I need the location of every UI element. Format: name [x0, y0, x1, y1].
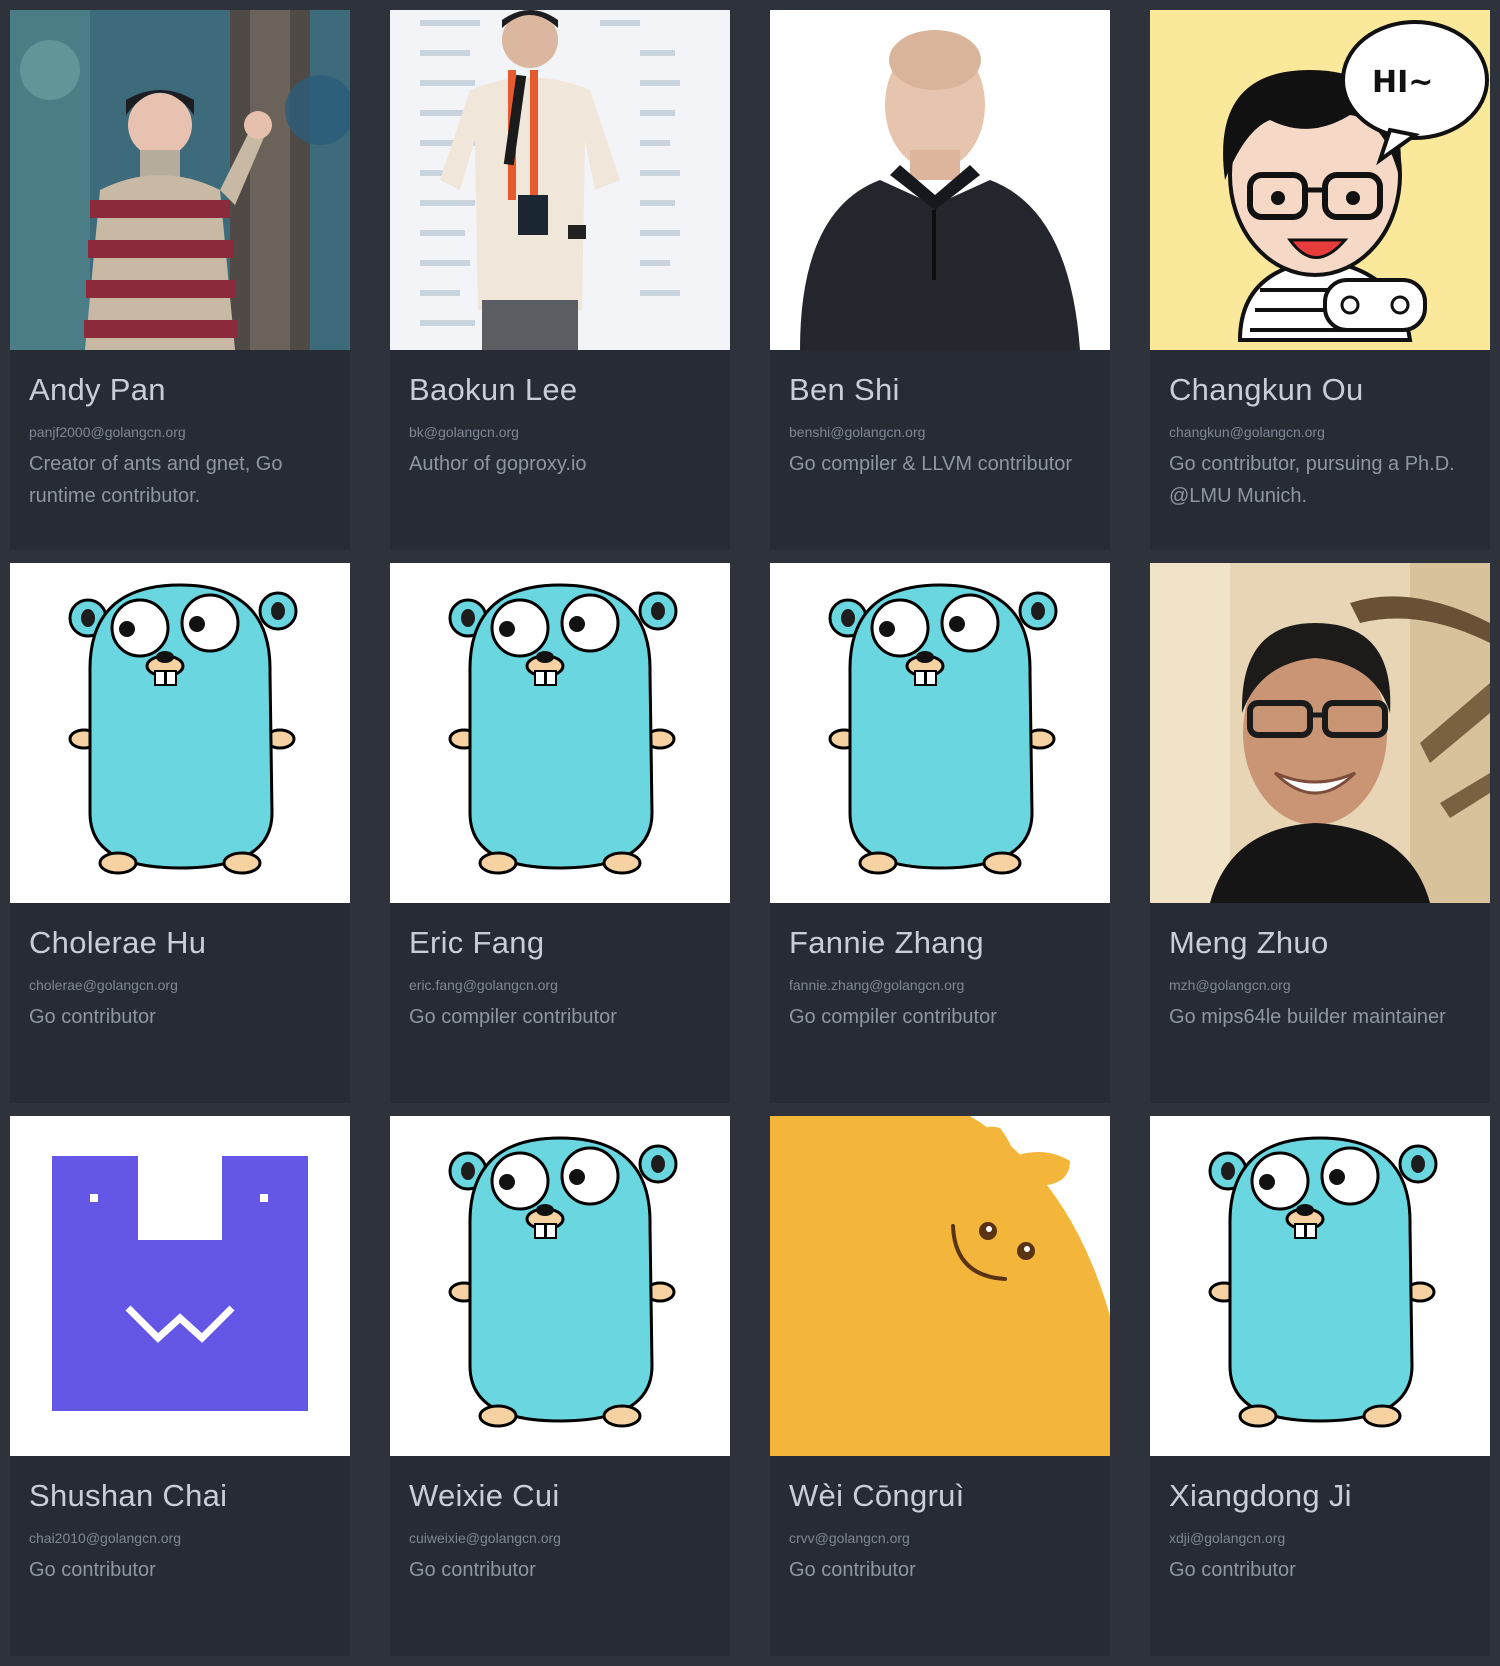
member-card-wei-congrui[interactable]: Wèi Cōngruì crvv@golangcn.org Go contrib… [770, 1116, 1110, 1656]
photo-smiling-glasses [1150, 563, 1490, 903]
avatar [770, 10, 1110, 350]
member-bio: Go contributor [29, 1006, 156, 1028]
gopher-mascot-icon [390, 1116, 730, 1456]
gopher-mascot-icon [390, 563, 730, 903]
avatar [390, 563, 730, 903]
member-email[interactable]: mzh@golangcn.org [1169, 975, 1471, 995]
photo-speaker-microphone [390, 10, 730, 350]
member-name: Xiangdong Ji [1169, 1478, 1352, 1513]
member-card-eric-fang[interactable]: Eric Fang eric.fang@golangcn.org Go comp… [390, 563, 730, 1103]
members-grid: Andy Pan panjf2000@golangcn.org Creator … [0, 0, 1500, 1666]
avatar [770, 563, 1110, 903]
gopher-mascot-icon [1150, 1116, 1490, 1456]
member-email[interactable]: benshi@golangcn.org [789, 422, 1091, 442]
member-email[interactable]: cuiweixie@golangcn.org [409, 1528, 711, 1548]
member-card-weixie-cui[interactable]: Weixie Cui cuiweixie@golangcn.org Go con… [390, 1116, 730, 1656]
member-email[interactable]: panjf2000@golangcn.org [29, 422, 331, 442]
member-card-fannie-zhang[interactable]: Fannie Zhang fannie.zhang@golangcn.org G… [770, 563, 1110, 1103]
member-bio: Go contributor [409, 1559, 536, 1581]
member-email[interactable]: cholerae@golangcn.org [29, 975, 331, 995]
member-name: Cholerae Hu [29, 925, 207, 960]
member-card-andy-pan[interactable]: Andy Pan panjf2000@golangcn.org Creator … [10, 10, 350, 550]
avatar [10, 563, 350, 903]
member-email[interactable]: xdji@golangcn.org [1169, 1528, 1471, 1548]
avatar [1150, 1116, 1490, 1456]
member-bio: Go contributor [1169, 1559, 1296, 1581]
member-card-shushan-chai[interactable]: Shushan Chai chai2010@golangcn.org Go co… [10, 1116, 350, 1656]
avatar [770, 1116, 1110, 1456]
member-bio: Go contributor, pursuing a Ph.D. @LMU Mu… [1169, 453, 1455, 507]
avatar [1150, 563, 1490, 903]
avatar [390, 10, 730, 350]
member-email[interactable]: bk@golangcn.org [409, 422, 711, 442]
member-email[interactable]: fannie.zhang@golangcn.org [789, 975, 1091, 995]
purple-block-face [10, 1116, 350, 1456]
member-card-ben-shi[interactable]: Ben Shi benshi@golangcn.org Go compiler … [770, 10, 1110, 550]
gopher-mascot-icon [770, 563, 1110, 903]
member-name: Baokun Lee [409, 372, 578, 407]
member-card-xiangdong-ji[interactable]: Xiangdong Ji xdji@golangcn.org Go contri… [1150, 1116, 1490, 1656]
photo-striped-sweater [10, 10, 350, 350]
avatar: HI~ [1150, 10, 1490, 350]
gopher-mascot-icon [10, 563, 350, 903]
member-bio: Creator of ants and gnet, Go runtime con… [29, 453, 283, 507]
member-email[interactable]: eric.fang@golangcn.org [409, 975, 711, 995]
member-email[interactable]: crvv@golangcn.org [789, 1528, 1091, 1548]
avatar [10, 1116, 350, 1456]
member-bio: Go contributor [789, 1559, 916, 1581]
member-name: Shushan Chai [29, 1478, 228, 1513]
avatar [10, 10, 350, 350]
member-email[interactable]: chai2010@golangcn.org [29, 1528, 331, 1548]
member-bio: Go contributor [29, 1559, 156, 1581]
member-card-meng-zhuo[interactable]: Meng Zhuo mzh@golangcn.org Go mips64le b… [1150, 563, 1490, 1103]
member-bio: Author of goproxy.io [409, 453, 587, 475]
member-name: Changkun Ou [1169, 372, 1364, 407]
member-name: Andy Pan [29, 372, 166, 407]
member-bio: Go compiler contributor [409, 1006, 617, 1028]
photo-portrait-polo [770, 10, 1110, 350]
member-bio: Go compiler & LLVM contributor [789, 453, 1073, 475]
member-name: Ben Shi [789, 372, 900, 407]
cartoon-glasses-hi: HI~ [1150, 10, 1490, 350]
member-card-changkun-ou[interactable]: HI~ Changkun Ou changkun@golangcn.org Go… [1150, 10, 1490, 550]
member-name: Eric Fang [409, 925, 545, 960]
member-name: Weixie Cui [409, 1478, 560, 1513]
member-bio: Go mips64le builder maintainer [1169, 1006, 1446, 1028]
member-email[interactable]: changkun@golangcn.org [1169, 422, 1471, 442]
speech-bubble-text: HI~ [1372, 65, 1433, 100]
member-card-baokun-lee[interactable]: Baokun Lee bk@golangcn.org Author of gop… [390, 10, 730, 550]
avatar [390, 1116, 730, 1456]
orange-blob-face [770, 1116, 1110, 1456]
member-name: Fannie Zhang [789, 925, 984, 960]
member-bio: Go compiler contributor [789, 1006, 997, 1028]
member-name: Wèi Cōngruì [789, 1478, 965, 1513]
member-card-cholerae-hu[interactable]: Cholerae Hu cholerae@golangcn.org Go con… [10, 563, 350, 1103]
member-name: Meng Zhuo [1169, 925, 1329, 960]
